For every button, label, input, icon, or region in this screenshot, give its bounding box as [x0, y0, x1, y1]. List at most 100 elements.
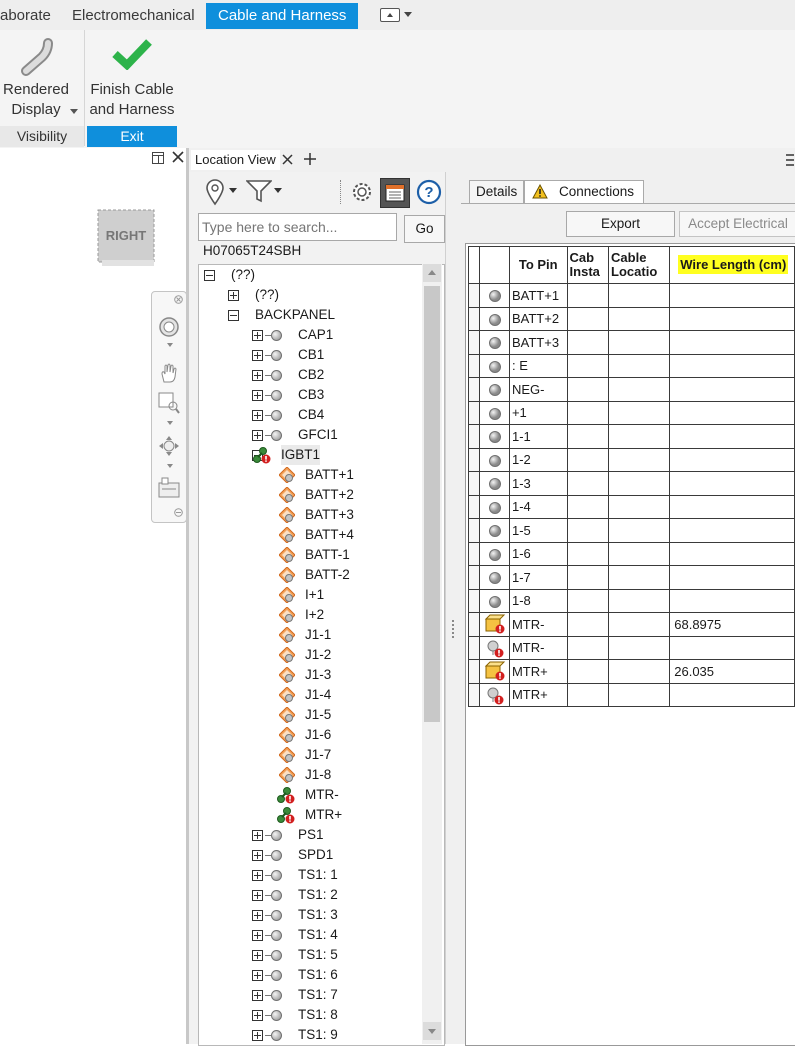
table-row[interactable]: MTR+ 26.035 — [467, 659, 795, 684]
row-selector[interactable] — [467, 471, 481, 496]
tree-item[interactable]: J1-4 — [199, 685, 421, 705]
tree-item[interactable]: BATT+4 — [199, 525, 421, 545]
tab-collaborate[interactable]: aborate — [0, 4, 51, 28]
table-row[interactable]: 1-3 — [467, 471, 795, 496]
search-input[interactable] — [198, 213, 397, 241]
table-row[interactable]: BATT+2 — [467, 306, 795, 331]
table-row[interactable]: 1-8 — [467, 588, 795, 613]
tree-item[interactable]: J1-8 — [199, 765, 421, 785]
table-row[interactable]: MTR+ — [467, 682, 795, 707]
orbit-icon[interactable] — [158, 435, 180, 457]
quick-access-toggle-icon[interactable] — [380, 8, 400, 22]
table-row[interactable]: BATT+1 — [467, 283, 795, 308]
expand-icon[interactable] — [252, 390, 263, 401]
tree-item[interactable]: TS1: 6 — [199, 965, 421, 985]
tree-item[interactable]: CAP1 — [199, 325, 421, 345]
tree-item[interactable]: CB1 — [199, 345, 421, 365]
tree-item[interactable]: CB4 — [199, 405, 421, 425]
table-row[interactable]: MTR- 68.8975 — [467, 612, 795, 637]
row-selector[interactable] — [467, 400, 481, 425]
tab-electromechanical[interactable]: Electromechanical — [72, 4, 195, 28]
table-row[interactable]: +1 — [467, 400, 795, 425]
tree-item[interactable]: TS1: 3 — [199, 905, 421, 925]
finish-cable-harness-button[interactable]: Finish Cable and Harness — [88, 30, 178, 126]
tree-item[interactable]: BATT+3 — [199, 505, 421, 525]
location-pin-icon[interactable] — [204, 178, 226, 206]
panel-menu-icon[interactable] — [786, 153, 794, 167]
expand-icon[interactable] — [252, 330, 263, 341]
tree-item[interactable]: TS1: 9 — [199, 1025, 421, 1043]
expand-icon[interactable] — [252, 990, 263, 1001]
table-row[interactable]: 1-2 — [467, 447, 795, 472]
tree-item[interactable]: PS1 — [199, 825, 421, 845]
tree-item[interactable]: TS1: 8 — [199, 1005, 421, 1025]
table-row[interactable]: BATT+3 — [467, 330, 795, 355]
row-selector[interactable] — [467, 306, 481, 331]
tree-item[interactable]: SPD1 — [199, 845, 421, 865]
expand-icon[interactable] — [252, 850, 263, 861]
table-row[interactable]: 1-6 — [467, 541, 795, 566]
restore-window-icon[interactable] — [152, 152, 164, 164]
table-row[interactable]: MTR- — [467, 635, 795, 660]
tree-item[interactable]: TS1: 4 — [199, 925, 421, 945]
row-selector[interactable] — [467, 353, 481, 378]
to-pin-header[interactable]: To Pin — [508, 246, 568, 284]
expand-icon[interactable] — [252, 890, 263, 901]
table-row[interactable]: 1-7 — [467, 565, 795, 590]
cable-location-header[interactable]: Cable Locatio — [608, 246, 671, 284]
icon-column-header[interactable] — [479, 246, 510, 284]
expand-icon[interactable] — [252, 430, 263, 441]
tree-item[interactable]: (??) — [199, 265, 421, 285]
close-icon[interactable] — [172, 151, 184, 163]
nav-close-icon[interactable] — [174, 295, 183, 304]
row-selector[interactable] — [467, 330, 481, 355]
tab-location-view[interactable]: Location View — [191, 150, 280, 170]
tree-item[interactable]: BATT-1 — [199, 545, 421, 565]
expand-icon[interactable] — [252, 350, 263, 361]
expand-icon[interactable] — [252, 910, 263, 921]
tree-item[interactable]: CB3 — [199, 385, 421, 405]
row-selector[interactable] — [467, 494, 481, 519]
nav-collapse-icon[interactable] — [174, 508, 183, 517]
tree-item[interactable]: GFCI1 — [199, 425, 421, 445]
tab-cable-and-harness[interactable]: Cable and Harness — [206, 3, 359, 29]
tree-item[interactable]: TS1: 5 — [199, 945, 421, 965]
tree-item[interactable]: J1-5 — [199, 705, 421, 725]
row-selector[interactable] — [467, 682, 481, 707]
tab-details[interactable]: Details — [469, 180, 525, 204]
chevron-down-icon[interactable] — [167, 421, 173, 425]
help-icon[interactable]: ? — [416, 179, 442, 205]
row-selector[interactable] — [467, 424, 481, 449]
chevron-down-icon[interactable] — [274, 188, 282, 194]
dropdown-arrow-icon[interactable] — [70, 109, 78, 115]
panel-splitter[interactable] — [445, 172, 462, 1044]
table-row[interactable]: : E — [467, 353, 795, 378]
tree-item[interactable]: J1-7 — [199, 745, 421, 765]
tree-item[interactable]: BATT-2 — [199, 565, 421, 585]
tree-item[interactable]: J1-1 — [199, 625, 421, 645]
row-selector[interactable] — [467, 659, 481, 684]
row-selector[interactable] — [467, 635, 481, 660]
expand-icon[interactable] — [252, 870, 263, 881]
tree-item[interactable]: BACKPANEL — [199, 305, 421, 325]
zoom-window-icon[interactable] — [158, 392, 180, 414]
row-selector-header[interactable] — [467, 246, 481, 284]
settings-gear-icon[interactable] — [350, 180, 374, 204]
viewcube[interactable]: RIGHT — [96, 208, 158, 266]
tree-item[interactable]: BATT+2 — [199, 485, 421, 505]
row-selector[interactable] — [467, 565, 481, 590]
chevron-down-icon[interactable] — [229, 188, 237, 194]
tree-item[interactable]: MTR- — [199, 785, 421, 805]
chevron-down-icon[interactable] — [404, 12, 412, 18]
table-row[interactable]: 1-1 — [467, 424, 795, 449]
table-row[interactable]: NEG- — [467, 377, 795, 402]
expand-icon[interactable] — [252, 1010, 263, 1021]
scroll-down-icon[interactable] — [423, 1022, 441, 1040]
row-selector[interactable] — [467, 447, 481, 472]
wire-length-header[interactable]: Wire Length (cm) — [669, 246, 795, 284]
expand-icon[interactable] — [228, 290, 239, 301]
chevron-down-icon[interactable] — [167, 343, 173, 347]
tree-item[interactable]: (??) — [199, 285, 421, 305]
row-selector[interactable] — [467, 588, 481, 613]
look-at-icon[interactable] — [158, 477, 180, 499]
